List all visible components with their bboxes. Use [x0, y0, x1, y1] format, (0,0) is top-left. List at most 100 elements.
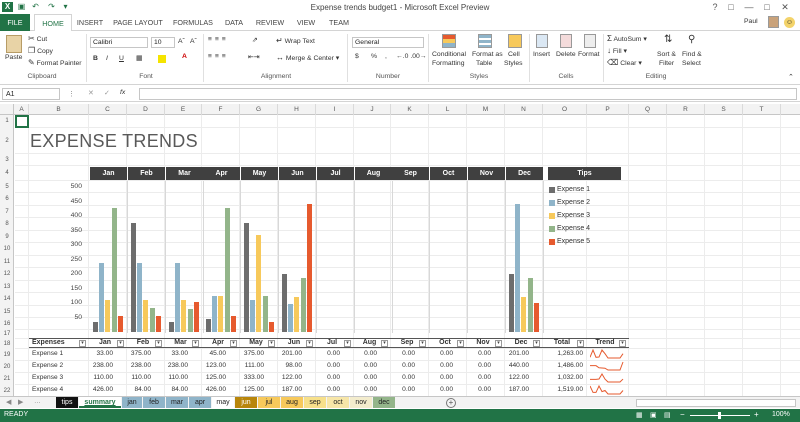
total-cell[interactable]: 1,519.00 — [543, 386, 583, 393]
row-header-14[interactable]: 14 — [0, 293, 14, 306]
month-header-apr[interactable]: Apr — [203, 167, 240, 180]
sheet-tab-jul[interactable]: jul — [258, 397, 280, 408]
format-as-table-icon[interactable] — [478, 34, 492, 48]
month-header-mar[interactable]: Mar — [166, 167, 203, 180]
zoom-level[interactable]: 100% — [772, 411, 790, 418]
column-header-e[interactable]: E — [165, 104, 202, 115]
page-layout-view-icon[interactable]: ▣ — [650, 411, 657, 419]
filter-dropdown-icon[interactable]: ▾ — [533, 340, 540, 347]
table-cell[interactable]: 375.00 — [127, 350, 151, 357]
row-header-12[interactable]: 12 — [0, 268, 14, 281]
month-header-oct[interactable]: Oct — [430, 167, 467, 180]
indent-icons[interactable]: ⇤⇥ — [248, 53, 259, 61]
table-cell[interactable]: 98.00 — [278, 362, 302, 369]
table-cell[interactable]: 0.00 — [429, 362, 453, 369]
filter-dropdown-icon[interactable]: ▾ — [117, 340, 124, 347]
filter-dropdown-icon[interactable]: ▾ — [619, 340, 626, 347]
user-name[interactable]: Paul — [744, 18, 758, 25]
filter-dropdown-icon[interactable]: ▾ — [457, 340, 464, 347]
row-header-10[interactable]: 10 — [0, 243, 14, 256]
table-cell[interactable]: 426.00 — [202, 386, 226, 393]
table-cell[interactable]: 0.00 — [354, 350, 377, 357]
month-header-aug[interactable]: Aug — [355, 167, 392, 180]
month-header-nov[interactable]: Nov — [468, 167, 505, 180]
filter-dropdown-icon[interactable]: ▾ — [306, 340, 313, 347]
cancel-icon[interactable]: ✕ — [88, 89, 94, 97]
table-cell[interactable]: 0.00 — [316, 350, 340, 357]
select-all-corner[interactable] — [0, 104, 14, 115]
delete-button[interactable]: Delete — [556, 51, 576, 58]
insert-cells-icon[interactable] — [536, 34, 548, 48]
total-cell[interactable]: 1,486.00 — [543, 362, 583, 369]
name-box[interactable]: A1 — [2, 88, 60, 100]
table-cell[interactable]: 0.00 — [391, 374, 415, 381]
tab-team[interactable]: TEAM — [324, 14, 354, 31]
copy-button[interactable]: ❐ Copy — [28, 46, 53, 55]
column-header-s[interactable]: S — [705, 104, 743, 115]
filter-dropdown-icon[interactable]: ▾ — [155, 340, 162, 347]
merge-center-button[interactable]: ↔ Merge & Center ▾ — [276, 53, 339, 62]
sheet-tab-aug[interactable]: aug — [281, 397, 303, 408]
zoom-slider-thumb[interactable] — [718, 412, 721, 419]
grow-font-icon[interactable]: Aˆ — [178, 38, 185, 45]
scroll-right-icon[interactable]: ▶ — [18, 398, 23, 406]
table-cell[interactable]: 0.00 — [467, 350, 491, 357]
sheet-tab-feb[interactable]: feb — [143, 397, 165, 408]
table-cell[interactable]: 187.00 — [505, 386, 529, 393]
row-header-2[interactable]: 2 — [0, 128, 14, 154]
table-cell[interactable]: 33.00 — [165, 350, 188, 357]
row-header-5[interactable]: 5 — [0, 181, 14, 193]
delete-cells-icon[interactable] — [560, 34, 572, 48]
table-cell[interactable]: 0.00 — [467, 374, 491, 381]
avatar[interactable] — [768, 16, 779, 28]
sheet-tab-may[interactable]: may — [212, 397, 234, 408]
close-icon[interactable]: ✕ — [778, 1, 792, 13]
table-cell[interactable]: 0.00 — [429, 374, 453, 381]
new-sheet-icon[interactable]: + — [446, 398, 456, 408]
tab-view[interactable]: VIEW — [292, 14, 320, 31]
month-header-jun[interactable]: Jun — [279, 167, 316, 180]
sheet-tab-sep[interactable]: sep — [304, 397, 326, 408]
font-color-icon[interactable]: A — [182, 53, 187, 60]
row-header-6[interactable]: 6 — [0, 193, 14, 206]
table-cell[interactable]: 33.00 — [89, 350, 113, 357]
more-sheets-icon[interactable]: … — [34, 398, 41, 405]
sheet-tab-mar[interactable]: mar — [166, 397, 188, 408]
sheet-tab-summary[interactable]: summary — [79, 397, 121, 408]
month-header-dec[interactable]: Dec — [506, 167, 543, 180]
sort-filter-label-2[interactable]: Filter — [659, 60, 674, 67]
row-header-21[interactable]: 21 — [0, 373, 14, 385]
conditional-formatting-label[interactable]: Conditional — [432, 51, 466, 58]
row-header-19[interactable]: 19 — [0, 349, 14, 361]
collapse-ribbon-icon[interactable]: ⌃ — [788, 73, 794, 81]
fill-button[interactable]: ↓ Fill ▾ — [607, 46, 627, 55]
cell-styles-label-2[interactable]: Styles — [504, 60, 523, 67]
column-header-c[interactable]: C — [89, 104, 127, 115]
table-cell[interactable]: 0.00 — [354, 362, 377, 369]
find-select-label-2[interactable]: Select — [682, 60, 701, 67]
minimize-icon[interactable]: — — [742, 1, 756, 13]
format-as-table-label[interactable]: Format as — [472, 51, 503, 58]
smiley-feedback-icon[interactable]: ☺ — [784, 17, 795, 28]
orientation-icon[interactable]: ⇗ — [252, 36, 258, 44]
tab-data[interactable]: DATA — [220, 14, 248, 31]
table-cell[interactable]: 110.00 — [165, 374, 188, 381]
tab-file[interactable]: FILE — [0, 14, 30, 31]
horizontal-align-icons[interactable]: ≡≡≡ — [208, 53, 229, 60]
table-cell[interactable]: 45.00 — [202, 350, 226, 357]
column-header-b[interactable]: B — [29, 104, 89, 115]
filter-dropdown-icon[interactable]: ▾ — [268, 340, 275, 347]
autosum-button[interactable]: Σ AutoSum ▾ — [607, 34, 647, 43]
filter-dropdown-icon[interactable]: ▾ — [344, 340, 351, 347]
sort-filter-icon[interactable]: ⇅ — [664, 34, 672, 45]
shrink-font-icon[interactable]: Aˇ — [190, 38, 197, 45]
table-cell[interactable]: 440.00 — [505, 362, 529, 369]
font-size-select[interactable]: 10 — [151, 37, 175, 48]
enter-icon[interactable]: ✓ — [104, 89, 110, 97]
table-cell[interactable]: 125.00 — [202, 374, 226, 381]
currency-button[interactable]: $ — [355, 53, 359, 60]
font-name-select[interactable]: Calibri — [90, 37, 148, 48]
row-header-18[interactable]: 18 — [0, 339, 14, 349]
column-header-r[interactable]: R — [667, 104, 705, 115]
column-header-p[interactable]: P — [587, 104, 629, 115]
